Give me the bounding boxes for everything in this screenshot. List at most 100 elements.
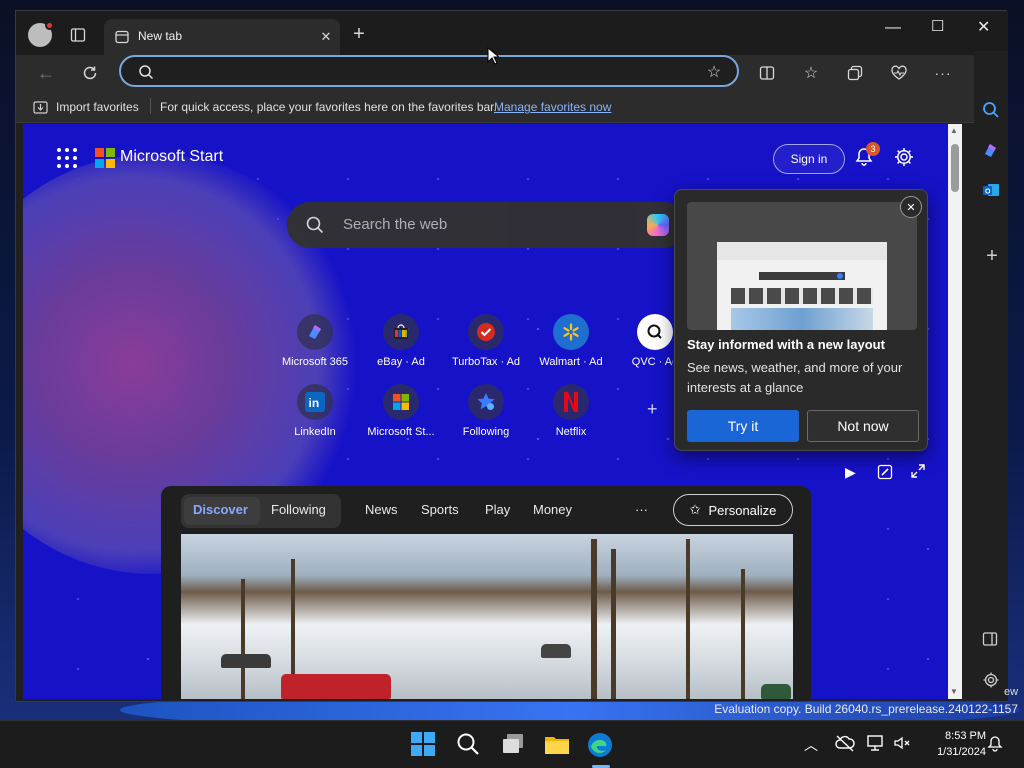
tab-news[interactable]: News xyxy=(365,502,398,517)
show-hidden-icons-chevron[interactable]: ︿ xyxy=(804,735,822,753)
search-web-icon xyxy=(305,215,325,235)
app-launcher-icon[interactable] xyxy=(57,148,77,168)
close-window-icon[interactable]: ✕ xyxy=(977,17,990,37)
scroll-down-arrow[interactable]: ▼ xyxy=(950,687,958,696)
tab-following[interactable]: Following xyxy=(271,502,326,517)
back-arrow-icon[interactable]: ← xyxy=(34,61,58,85)
popup-close-icon[interactable]: ✕ xyxy=(900,196,922,218)
feed-more-icon[interactable]: ··· xyxy=(635,502,648,517)
quick-link-label: Netflix xyxy=(555,426,587,438)
photo-pole xyxy=(611,549,616,699)
task-view-icon[interactable] xyxy=(500,731,528,759)
import-favorites-link[interactable]: Import favorites xyxy=(56,100,139,114)
mouse-cursor-icon xyxy=(487,46,501,65)
start-page: Microsoft Start Sign in 3 Search the web… xyxy=(23,124,948,699)
popup-body: See news, weather, and more of your inte… xyxy=(687,360,903,395)
sign-in-button[interactable]: Sign in xyxy=(773,144,845,174)
favbar-divider xyxy=(150,98,151,114)
layout-preview-image xyxy=(687,202,917,330)
tab-play[interactable]: Play xyxy=(485,502,510,517)
sidebar-add-icon[interactable]: + xyxy=(982,246,1002,266)
not-now-button[interactable]: Not now xyxy=(807,410,919,442)
sidebar-search-icon[interactable] xyxy=(982,101,1002,121)
ebay-icon xyxy=(383,314,419,350)
collections-icon[interactable] xyxy=(844,62,866,84)
taskbar-search-icon[interactable] xyxy=(455,731,483,759)
new-tab-plus-icon[interactable]: + xyxy=(349,23,369,45)
quick-link-label: eBay · Ad xyxy=(377,356,425,368)
quick-link-label: Following xyxy=(462,426,510,438)
address-input[interactable] xyxy=(165,63,665,81)
sidebar-microsoft-365-icon[interactable] xyxy=(982,141,1002,161)
scrollbar-thumb[interactable] xyxy=(951,144,959,192)
settings-gear-icon[interactable] xyxy=(893,146,917,170)
import-favorites-icon[interactable] xyxy=(32,99,48,115)
svg-text:O: O xyxy=(985,189,991,196)
more-options-icon[interactable]: ··· xyxy=(932,62,954,84)
tab-title: New tab xyxy=(138,29,183,43)
tab-actions-icon[interactable] xyxy=(68,25,88,45)
refresh-icon[interactable] xyxy=(78,61,102,85)
scroll-up-arrow[interactable]: ▲ xyxy=(950,126,958,135)
try-it-button[interactable]: Try it xyxy=(687,410,799,442)
quick-link-label: QVC · Ad xyxy=(631,356,673,368)
tab-new-tab[interactable]: New tab ✕ xyxy=(104,19,340,55)
onedrive-offline-icon[interactable] xyxy=(834,733,856,755)
tab-discover[interactable]: Discover xyxy=(193,502,248,517)
add-quick-link-icon[interactable]: + xyxy=(647,399,658,420)
file-explorer-icon[interactable] xyxy=(543,731,571,759)
favorite-star-icon[interactable]: ☆ xyxy=(705,63,723,81)
favorites-icon[interactable]: ☆ xyxy=(800,62,822,84)
quick-link-microsoft-store[interactable]: Microsoft St... xyxy=(359,384,443,446)
quick-link-label: TurboTax · Ad xyxy=(451,356,521,368)
quick-link-following[interactable]: Following xyxy=(444,384,528,446)
notification-count-badge: 3 xyxy=(866,142,880,156)
sidebar-outlook-icon[interactable]: O xyxy=(982,181,1002,201)
expand-icon[interactable] xyxy=(911,464,925,481)
clock-time: 8:53 PM xyxy=(945,730,986,742)
photo-car xyxy=(221,654,271,668)
browser-window: New tab ✕ + — ☐ ✕ ← ☆ ☆ ··· Import favor… xyxy=(15,10,1008,702)
quick-link-walmart[interactable]: Walmart · Ad xyxy=(529,314,613,376)
new-tab-page-icon xyxy=(114,29,130,45)
quick-link-microsoft-365[interactable]: Microsoft 365 xyxy=(273,314,357,376)
split-screen-icon[interactable] xyxy=(756,62,778,84)
netflix-icon xyxy=(553,384,589,420)
brand-title[interactable]: Microsoft Start xyxy=(120,148,223,166)
address-bar[interactable]: ☆ xyxy=(119,55,739,87)
quick-link-ebay[interactable]: eBay · Ad xyxy=(359,314,443,376)
start-windows-icon[interactable] xyxy=(410,731,438,759)
taskbar-clock[interactable]: 8:53 PM 1/31/2024 xyxy=(922,728,986,760)
volume-muted-icon[interactable] xyxy=(892,733,914,755)
manage-favorites-link[interactable]: Manage favorites now xyxy=(494,100,611,114)
web-search-box[interactable]: Search the web xyxy=(287,202,687,248)
copilot-search-icon[interactable] xyxy=(647,214,669,236)
notification-center-bell-icon[interactable] xyxy=(986,735,1008,757)
walmart-icon xyxy=(553,314,589,350)
quick-link-qvc[interactable]: QVC · Ad xyxy=(613,314,673,376)
personalize-button[interactable]: ✩ Personalize xyxy=(673,494,793,526)
sidebar-hide-icon[interactable] xyxy=(982,631,1002,651)
quick-link-label: Walmart · Ad xyxy=(539,356,603,368)
navigation-toolbar: ← ☆ ☆ ··· xyxy=(16,55,1008,91)
page-scrollbar[interactable]: ▲ ▼ xyxy=(948,124,962,699)
profile-avatar[interactable] xyxy=(28,21,54,47)
maximize-icon[interactable]: ☐ xyxy=(931,17,944,35)
tab-bar: New tab ✕ + — ☐ ✕ xyxy=(16,11,1008,55)
quick-link-turbotax[interactable]: TurboTax · Ad xyxy=(444,314,528,376)
browser-essentials-icon[interactable] xyxy=(888,62,910,84)
edit-background-icon[interactable] xyxy=(877,464,893,483)
photo-tree xyxy=(241,579,245,699)
feed-hero-image[interactable] xyxy=(181,534,793,699)
evaluation-watermark: Evaluation copy. Build 26040.rs_prerelea… xyxy=(714,702,1018,716)
close-tab-icon[interactable]: ✕ xyxy=(318,29,334,45)
minimize-icon[interactable]: — xyxy=(885,19,901,37)
quick-link-netflix[interactable]: Netflix xyxy=(529,384,613,446)
edge-browser-icon[interactable] xyxy=(586,731,616,759)
quick-link-linkedin[interactable]: in LinkedIn xyxy=(273,384,357,446)
play-background-icon[interactable]: ▶ xyxy=(845,464,856,481)
sidebar-settings-icon[interactable] xyxy=(982,671,1002,691)
network-icon[interactable] xyxy=(866,733,888,755)
tab-sports[interactable]: Sports xyxy=(421,502,459,517)
tab-money[interactable]: Money xyxy=(533,502,572,517)
